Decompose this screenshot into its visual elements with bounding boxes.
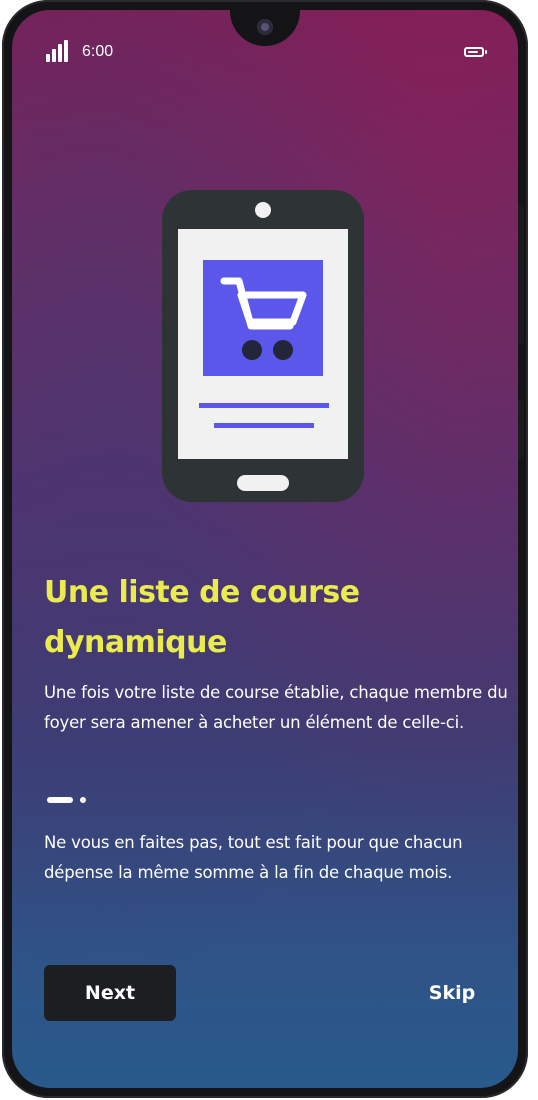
- illustration-line-short: [214, 423, 314, 428]
- phone-frame: 6:00 Une liste de course dynamique Une f…: [2, 0, 528, 1098]
- phone-illustration: [162, 190, 364, 502]
- page-indicator-active: [47, 797, 73, 803]
- battery-icon: [464, 47, 487, 57]
- illustration-camera-dot: [255, 202, 271, 218]
- status-time: 6:00: [82, 43, 114, 60]
- next-button[interactable]: Next: [44, 965, 176, 1021]
- illustration-card: [203, 260, 323, 376]
- onboarding-description-2: Ne vous en faites pas, tout est fait pou…: [44, 833, 463, 882]
- signal-icon: [46, 40, 70, 62]
- onboarding-title: Une liste de course dynamique: [44, 575, 360, 660]
- onboarding-description-1: Une fois votre liste de course établie, …: [44, 683, 508, 732]
- front-camera: [257, 19, 273, 35]
- illustration-line-long: [199, 403, 329, 408]
- skip-button[interactable]: Skip: [407, 970, 497, 1016]
- onboarding-screen: 6:00 Une liste de course dynamique Une f…: [12, 10, 518, 1088]
- illustration-home-button: [237, 475, 289, 491]
- page-indicator: [47, 797, 97, 803]
- page-indicator-dot[interactable]: [80, 797, 86, 803]
- status-bar: 6:00: [46, 40, 487, 66]
